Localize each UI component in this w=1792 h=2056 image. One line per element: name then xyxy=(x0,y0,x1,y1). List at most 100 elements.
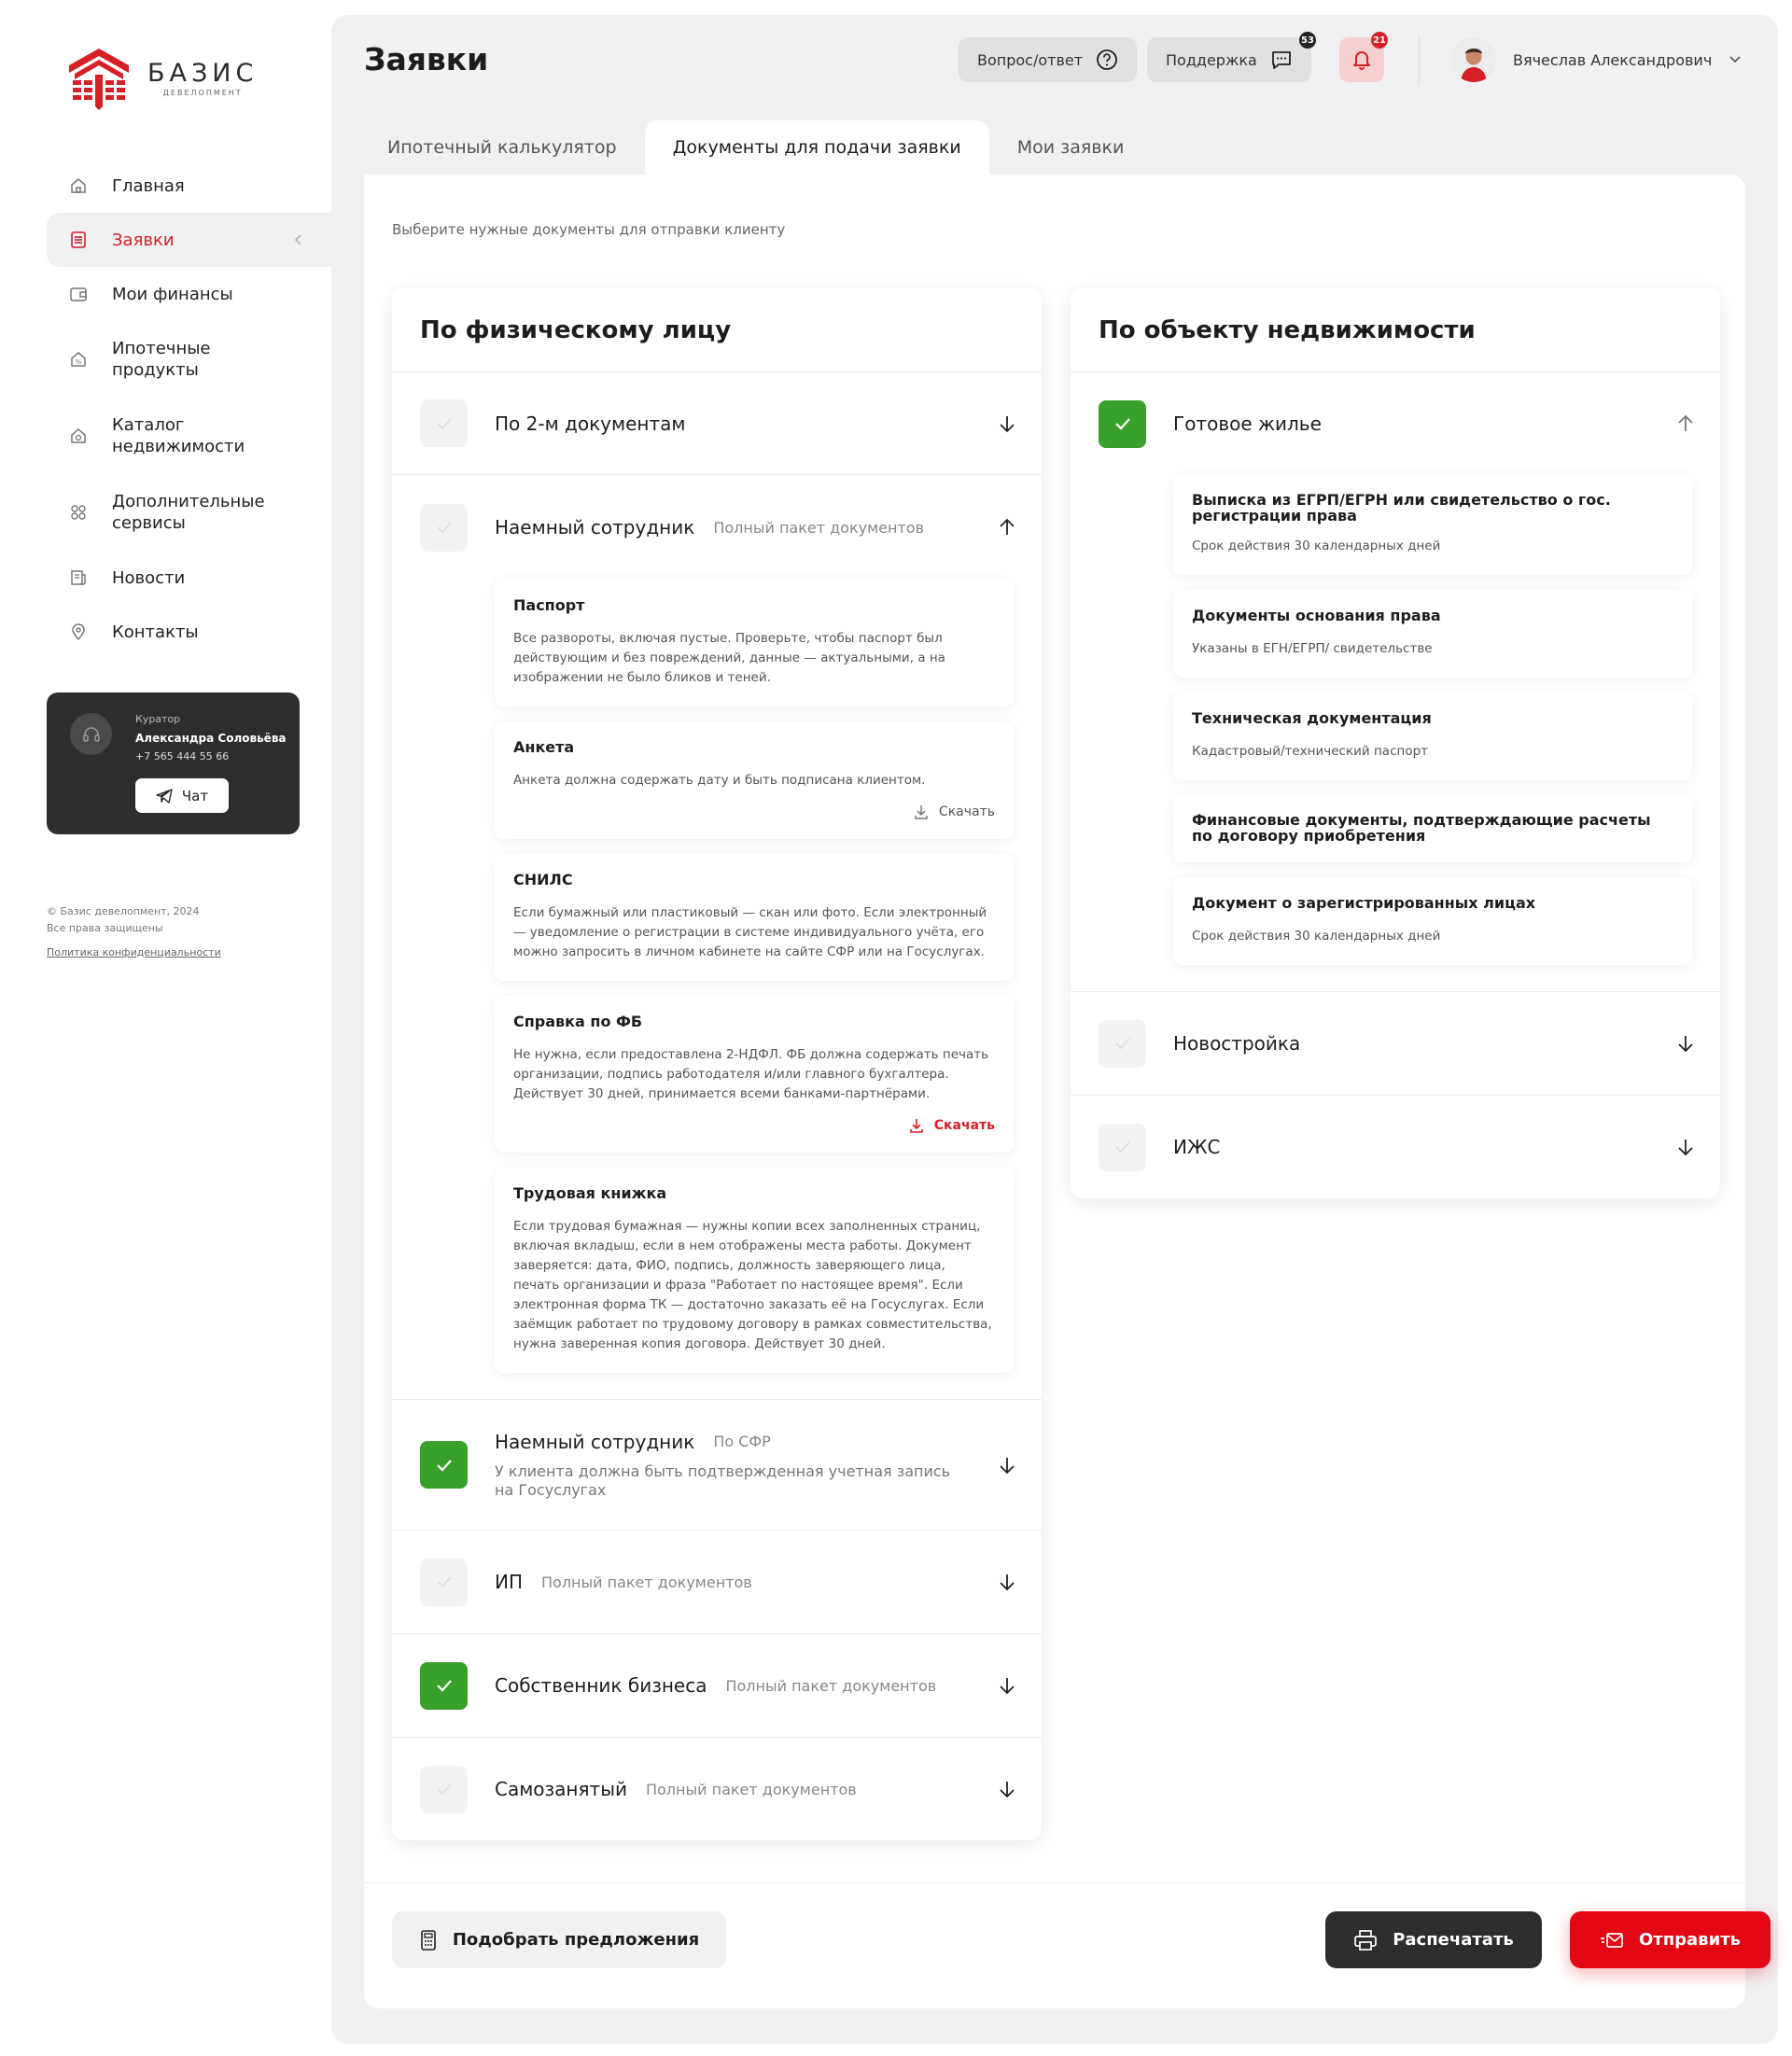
page-title: Заявки xyxy=(364,41,489,77)
checkbox[interactable] xyxy=(420,503,468,552)
group-title: Новостройка xyxy=(1173,1032,1301,1055)
checkbox[interactable] xyxy=(420,399,468,447)
chevron-left-icon[interactable] xyxy=(294,233,303,246)
download-button[interactable]: Скачать xyxy=(513,804,995,820)
document-description: Все развороты, включая пустые. Проверьте… xyxy=(513,631,945,685)
document-item: СНИЛС Если бумажный или пластиковый — ск… xyxy=(495,854,1014,981)
brand-logo[interactable]: БАЗИС ДЕВЕЛОПМЕНТ xyxy=(67,47,258,110)
document-description: Если трудовая бумажная — нужны копии все… xyxy=(513,1219,992,1351)
checkbox[interactable] xyxy=(1099,1019,1146,1068)
arrow-down-icon[interactable] xyxy=(1675,1137,1696,1157)
download-icon xyxy=(915,805,928,819)
tab-mortgage-calculator[interactable]: Ипотечный калькулятор xyxy=(359,120,645,175)
check-icon xyxy=(1114,1038,1130,1050)
svg-text:%: % xyxy=(76,358,82,366)
arrow-down-icon[interactable] xyxy=(997,1455,1017,1476)
print-button[interactable]: Распечатать xyxy=(1325,1911,1542,1968)
download-label: Скачать xyxy=(933,1118,995,1133)
checkbox[interactable] xyxy=(420,1558,468,1606)
select-offers-label: Подобрать предложения xyxy=(452,1930,700,1950)
support-button-label: Поддержка xyxy=(1166,50,1257,69)
faq-button-label: Вопрос/ответ xyxy=(977,50,1084,69)
checkbox[interactable] xyxy=(420,1441,468,1489)
sidebar-item-finances[interactable]: Мои финансы xyxy=(47,267,331,321)
document-description: Срок действия 30 календарных дней xyxy=(1192,929,1441,944)
document-title: Документы основания права xyxy=(1192,607,1441,624)
user-name: Вячеслав Александрович xyxy=(1513,50,1713,69)
sidebar-item-label: Контакты xyxy=(112,622,199,642)
arrow-up-icon[interactable] xyxy=(997,517,1017,538)
privacy-policy-link[interactable]: Политика конфиденциальности xyxy=(47,944,221,961)
brand-subtitle: ДЕВЕЛОПМЕНТ xyxy=(162,89,243,97)
doc-group-self-employed[interactable]: Самозанятый Полный пакет документов xyxy=(392,1738,1042,1840)
send-label: Отправить xyxy=(1638,1930,1742,1950)
group-title: ИП xyxy=(495,1571,523,1593)
check-icon xyxy=(436,1576,452,1588)
doc-group-ready-housing[interactable]: Готовое жилье Выписка из ЕГРП/ЕГРН или с… xyxy=(1071,372,1720,992)
sidebar-item-catalog[interactable]: Каталог недвижимости xyxy=(47,398,331,474)
checkbox[interactable] xyxy=(1099,399,1146,448)
arrow-down-icon[interactable] xyxy=(1675,1033,1696,1054)
document-item: Справка по ФБ Не нужна, если предоставле… xyxy=(495,996,1014,1153)
doc-group-sole-proprietor[interactable]: ИП Полный пакет документов xyxy=(392,1531,1042,1634)
sidebar-item-services[interactable]: Дополнительные сервисы xyxy=(47,474,331,551)
group-subtitle: По СФР xyxy=(713,1433,771,1450)
sidebar-item-label: Мои финансы xyxy=(112,284,233,304)
group-subtitle: Полный пакет документов xyxy=(645,1780,857,1798)
check-icon xyxy=(436,417,452,429)
avatar xyxy=(1451,37,1496,82)
document-title: Справка по ФБ xyxy=(513,1013,643,1030)
brand-name: БАЗИС xyxy=(147,59,259,88)
chat-button[interactable]: Чат xyxy=(135,778,229,813)
doc-group-business-owner[interactable]: Собственник бизнеса Полный пакет докумен… xyxy=(392,1634,1042,1738)
curator-card: Куратор Александра Соловьёва +7 565 444 … xyxy=(47,692,300,834)
checkbox[interactable] xyxy=(420,1765,468,1813)
sidebar-item-contacts[interactable]: Контакты xyxy=(47,605,331,659)
tabs: Ипотечный калькулятор Документы для пода… xyxy=(359,120,1152,175)
doc-group-employee-full[interactable]: Наемный сотрудник Полный пакет документо… xyxy=(392,475,1042,1400)
wallet-icon xyxy=(70,287,87,301)
doc-group-two-documents[interactable]: По 2-м документам xyxy=(392,372,1042,475)
sidebar-item-mortgage-products[interactable]: % Ипотечные продукты xyxy=(47,321,331,398)
document-list: Паспорт Все развороты, включая пустые. П… xyxy=(392,580,1042,1399)
doc-group-new-building[interactable]: Новостройка xyxy=(1071,992,1720,1096)
support-button[interactable]: Поддержка 53 xyxy=(1147,32,1316,82)
document-item: Документ о зарегистрированных лицах Срок… xyxy=(1173,877,1692,965)
card-title: По физическому лицу xyxy=(392,288,1042,372)
instruction-text: Выберите нужные документы для отправки к… xyxy=(392,221,786,238)
sidebar-item-label: Каталог недвижимости xyxy=(112,415,245,456)
documents-panel: Выберите нужные документы для отправки к… xyxy=(364,175,1771,2008)
sidebar-item-news[interactable]: Новости xyxy=(47,551,331,605)
document-title: Выписка из ЕГРП/ЕГРН или свидетельство о… xyxy=(1192,491,1611,524)
faq-button[interactable]: Вопрос/ответ xyxy=(959,37,1138,82)
checkbox[interactable] xyxy=(1099,1123,1146,1171)
download-button[interactable]: Скачать xyxy=(513,1117,995,1134)
user-menu[interactable]: Вячеслав Александрович xyxy=(1451,37,1742,82)
question-circle-icon xyxy=(1097,49,1117,70)
select-offers-button[interactable]: Подобрать предложения xyxy=(392,1911,726,1968)
notifications-button[interactable]: 21 xyxy=(1339,32,1388,82)
sidebar-item-requests[interactable]: Заявки xyxy=(47,213,331,267)
document-title: Трудовая книжка xyxy=(513,1184,667,1202)
arrow-up-icon[interactable] xyxy=(1675,413,1696,434)
document-item: Выписка из ЕГРП/ЕГРН или свидетельство о… xyxy=(1173,475,1692,575)
checkbox[interactable] xyxy=(420,1661,468,1710)
send-mail-icon xyxy=(1600,1932,1623,1948)
rights-text: Все права защищены xyxy=(47,922,163,934)
doc-group-employee-sfr[interactable]: Наемный сотрудник По СФР У клиента должн… xyxy=(392,1400,1042,1531)
arrow-down-icon[interactable] xyxy=(997,1675,1017,1696)
check-icon xyxy=(1114,1141,1130,1154)
tab-documents[interactable]: Документы для подачи заявки xyxy=(644,120,989,175)
send-button[interactable]: Отправить xyxy=(1570,1911,1771,1968)
document-item: Финансовые документы, подтверждающие рас… xyxy=(1173,795,1692,862)
curator-phone[interactable]: +7 565 444 55 66 xyxy=(135,750,229,762)
arrow-down-icon[interactable] xyxy=(997,1572,1017,1592)
curator-role: Куратор xyxy=(135,713,181,725)
sidebar-item-home[interactable]: Главная xyxy=(47,159,331,213)
doc-group-izhs[interactable]: ИЖС xyxy=(1071,1096,1720,1198)
document-item: Трудовая книжка Если трудовая бумажная —… xyxy=(495,1168,1014,1373)
arrow-down-icon[interactable] xyxy=(997,1779,1017,1799)
tab-my-requests[interactable]: Мои заявки xyxy=(989,120,1153,175)
arrow-down-icon[interactable] xyxy=(997,413,1017,434)
group-title: По 2-м документам xyxy=(495,412,686,435)
